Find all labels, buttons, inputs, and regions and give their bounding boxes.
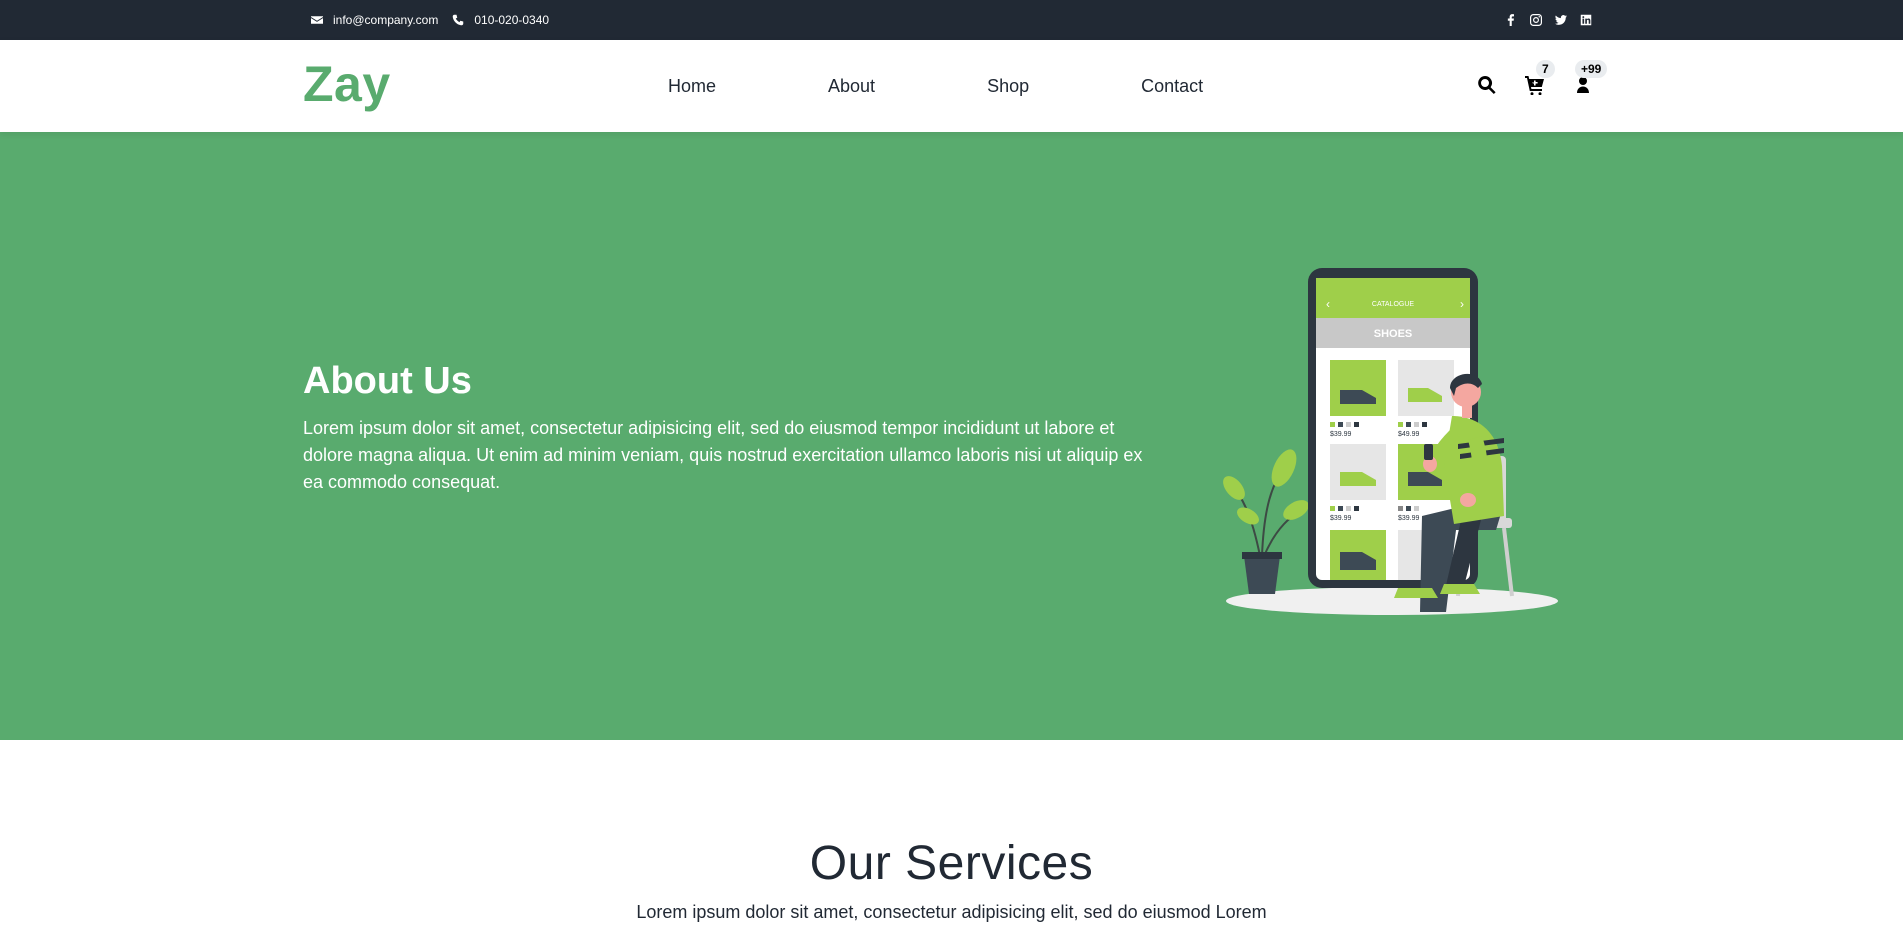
hero-title: About Us — [303, 360, 472, 402]
nav-home[interactable]: Home — [668, 76, 716, 97]
shopping-illustration: CATALOGUE ‹ › SHOES $39.99 $49.99 $39.99… — [1223, 268, 1558, 615]
nav-icons: 7 +99 — [1451, 40, 1608, 132]
twitter-icon — [1555, 15, 1567, 25]
svg-text:‹: ‹ — [1326, 297, 1330, 311]
user-button[interactable]: +99 — [1573, 60, 1608, 97]
top-bar: info@company.com 010-020-0340 — [0, 0, 1903, 40]
main-navbar: Zay Home About Shop Contact 7 +99 — [0, 40, 1903, 132]
svg-text:$39.99: $39.99 — [1330, 431, 1352, 438]
about-hero: About Us Lorem ipsum dolor sit amet, con… — [0, 132, 1903, 740]
services-title: Our Services — [809, 837, 1094, 890]
twitter-link[interactable] — [1555, 14, 1567, 26]
logo[interactable]: Zay — [303, 55, 391, 113]
phone-icon — [453, 14, 464, 26]
svg-text:SHOES: SHOES — [1374, 328, 1413, 340]
facebook-icon — [1507, 14, 1514, 26]
linkedin-icon — [1580, 14, 1592, 26]
main-menu: Home About Shop Contact — [668, 40, 1203, 132]
search-icon — [1478, 76, 1496, 94]
envelope-icon — [311, 16, 323, 24]
user-icon — [1577, 77, 1589, 93]
email-text: info@company.com — [333, 13, 439, 27]
svg-text:$39.99: $39.99 — [1398, 515, 1420, 522]
cart-button[interactable]: 7 — [1525, 60, 1555, 97]
social-links — [1505, 0, 1592, 40]
svg-text:$49.99: $49.99 — [1398, 431, 1420, 438]
nav-contact[interactable]: Contact — [1141, 76, 1203, 97]
cart-count-badge: 7 — [1536, 60, 1555, 78]
search-button[interactable] — [1477, 75, 1499, 97]
svg-text:$39.99: $39.99 — [1330, 515, 1352, 522]
hero-text: Lorem ipsum dolor sit amet, consectetur … — [303, 418, 1143, 492]
services-section: Our Services Lorem ipsum dolor sit amet,… — [0, 740, 1903, 927]
cart-icon — [1525, 76, 1544, 95]
instagram-icon — [1530, 14, 1542, 26]
user-count-badge: +99 — [1575, 60, 1608, 78]
svg-text:›: › — [1460, 297, 1464, 311]
plant-illustration — [1223, 449, 1309, 594]
email-link[interactable]: info@company.com — [311, 13, 438, 27]
phone-text: 010-020-0340 — [474, 13, 550, 27]
svg-text:CATALOGUE: CATALOGUE — [1372, 301, 1414, 308]
instagram-link[interactable] — [1530, 14, 1542, 26]
linkedin-link[interactable] — [1580, 14, 1592, 26]
facebook-link[interactable] — [1505, 14, 1517, 26]
contact-info: info@company.com 010-020-0340 — [311, 0, 549, 40]
phone-link[interactable]: 010-020-0340 — [452, 13, 549, 27]
nav-shop[interactable]: Shop — [987, 76, 1029, 97]
services-text: Lorem ipsum dolor sit amet, consectetur … — [636, 902, 1267, 922]
nav-about[interactable]: About — [828, 76, 875, 97]
